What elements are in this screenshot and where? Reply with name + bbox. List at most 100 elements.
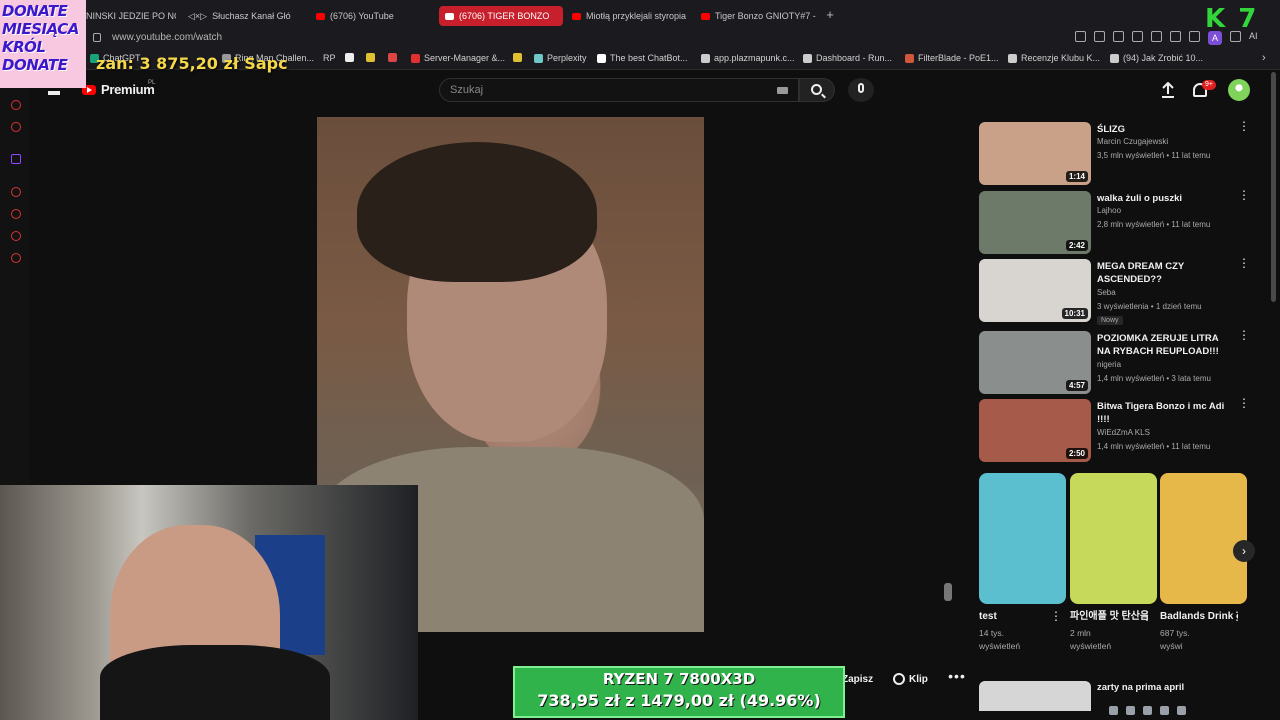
bookmark-item[interactable]: Dashboard - Run... xyxy=(803,53,892,63)
recommendation-title[interactable]: walka żuli o puszki xyxy=(1097,192,1232,205)
recommendation-thumbnail[interactable]: 2:50 xyxy=(979,399,1091,462)
sidebar-app-icon[interactable] xyxy=(11,100,21,110)
more-options-icon[interactable]: ⋮ xyxy=(1141,610,1153,622)
battery-icon[interactable] xyxy=(1177,705,1186,715)
short-thumbnail[interactable] xyxy=(1160,473,1247,604)
shorts-next-button[interactable]: › xyxy=(1233,540,1255,562)
short-title[interactable]: Badlands Drink of the... xyxy=(1160,610,1238,624)
clock-icon[interactable] xyxy=(11,209,21,219)
recommendation-thumbnail[interactable]: 4:57 xyxy=(979,331,1091,394)
channel-name[interactable]: Marcin Czugajewski xyxy=(1097,137,1168,146)
bookmark-item[interactable] xyxy=(513,53,522,62)
recommendation-item[interactable]: 2:42 walka żuli o puszki Lajhoo 2,8 mln wyś… xyxy=(979,189,1269,255)
more-options-icon[interactable]: ⋮ xyxy=(1238,257,1250,275)
more-options-icon[interactable]: ⋮ xyxy=(1231,610,1243,622)
bookmark-item[interactable]: (94) Jak Zrobić 10... xyxy=(1110,53,1203,63)
bookmark-item[interactable]: Perplexity xyxy=(534,53,587,63)
save-button[interactable]: Zapisz xyxy=(842,670,873,688)
mail-icon xyxy=(366,53,375,62)
browser-tab[interactable]: NINSKI JEDZIE PO NOV xyxy=(86,6,176,26)
short-thumbnail[interactable] xyxy=(1070,473,1157,604)
page-icon xyxy=(1008,53,1017,63)
channel-name[interactable]: Lajhoo xyxy=(1097,206,1121,215)
recommendation-item[interactable]: 4:57 POZIOMKA ZERUJE LITRA NA RYBACH REUP… xyxy=(979,329,1269,395)
new-tab-button[interactable]: + xyxy=(823,8,837,22)
recommendation-item[interactable]: 1:14 ŚLIZG Marcin Czugajewski 3,5 mln wyświ… xyxy=(979,120,1269,186)
filterblade-icon xyxy=(905,53,914,63)
tray-chevron-icon[interactable] xyxy=(1109,705,1118,715)
recommendation-title[interactable]: zarty na prima april xyxy=(1097,682,1184,693)
short-thumbnail[interactable] xyxy=(979,473,1066,604)
browser-tab[interactable]: (6706) YouTube xyxy=(316,6,426,26)
bookmark-icon[interactable] xyxy=(1075,31,1086,42)
bookmark-item[interactable]: The best ChatBot... xyxy=(597,53,688,63)
search-input[interactable] xyxy=(440,79,760,101)
more-options-icon[interactable]: ⋮ xyxy=(1238,329,1250,347)
bookmark-item[interactable]: Server-Manager &... xyxy=(411,53,505,63)
bookmark-item[interactable]: FilterBlade - PoE1... xyxy=(905,53,999,63)
browser-tab[interactable]: Tiger Bonzo GNIOTY#7 - c xyxy=(701,6,816,26)
more-options-icon[interactable]: ⋮ xyxy=(1238,120,1250,138)
search-button[interactable] xyxy=(799,78,835,102)
more-options-icon[interactable]: ⋮ xyxy=(1238,397,1250,415)
more-actions-button[interactable]: ••• xyxy=(946,669,968,686)
video-frame-hair xyxy=(357,142,597,282)
browser-tab[interactable]: Miotłą przyklejali styropia xyxy=(572,6,690,26)
settings-icon[interactable] xyxy=(11,253,21,263)
voice-search-button[interactable] xyxy=(848,78,874,102)
channel-name[interactable]: Seba xyxy=(1097,288,1116,297)
upload-icon[interactable] xyxy=(1161,82,1175,98)
twitch-icon[interactable] xyxy=(11,154,21,164)
scrollbar[interactable] xyxy=(1271,72,1276,302)
short-title[interactable]: 파인애플 맛 탄산음료 탑... xyxy=(1070,610,1148,624)
recommendation-title[interactable]: Bitwa Tigera Bonzo i mc Adi !!!! xyxy=(1097,400,1232,426)
chat-icon[interactable] xyxy=(11,231,21,241)
channel-name[interactable]: WiEdZmA KLS xyxy=(1097,428,1150,437)
sidebar-app-icon[interactable] xyxy=(11,122,21,132)
browser-tab[interactable]: ◁×▷ Słuchasz Kanał Głó xyxy=(188,6,304,26)
browser-tab-active[interactable]: (6706) TIGER BONZO xyxy=(439,6,563,26)
reader-icon[interactable] xyxy=(1113,31,1124,42)
wifi-icon[interactable] xyxy=(1143,705,1152,715)
recommendation-item[interactable]: 2:50 Bitwa Tigera Bonzo i mc Adi !!!! WiEd… xyxy=(979,397,1269,463)
bookmark-item[interactable] xyxy=(366,53,375,62)
recommendation-thumbnail[interactable]: 10:31 xyxy=(979,259,1091,322)
more-options-icon[interactable]: ⋮ xyxy=(1238,189,1250,207)
page-icon xyxy=(803,53,812,63)
bookmark-item[interactable]: Recenzje Klubu K... xyxy=(1008,53,1100,63)
bookmark-item[interactable] xyxy=(345,53,354,62)
clip-button[interactable]: Klip xyxy=(893,670,928,688)
youtube-logo[interactable]: Premium xyxy=(82,82,155,97)
heart-icon[interactable] xyxy=(1151,31,1162,42)
keyboard-icon[interactable] xyxy=(777,87,788,94)
bookmarks-overflow-icon[interactable]: › xyxy=(1262,52,1266,64)
recommendation-title[interactable]: POZIOMKA ZERUJE LITRA NA RYBACH REUPLOAD… xyxy=(1097,332,1232,358)
recommendation-title[interactable]: MEGA DREAM CZY ASCENDED?? xyxy=(1097,260,1232,286)
play-icon[interactable] xyxy=(1132,31,1143,42)
bookmark-item[interactable]: RP xyxy=(323,53,336,63)
more-options-icon[interactable]: ⋮ xyxy=(1050,610,1062,622)
sidebar-icon[interactable] xyxy=(1189,31,1200,42)
recommendation-item[interactable]: 10:31 MEGA DREAM CZY ASCENDED?? Seba 3 wyśw… xyxy=(979,257,1269,325)
duration-badge: 2:42 xyxy=(1065,240,1088,251)
channel-name[interactable]: nigeria xyxy=(1097,360,1121,369)
extensions-icon[interactable] xyxy=(1170,31,1181,42)
bookmark-item[interactable] xyxy=(388,53,397,62)
duration-badge: 4:57 xyxy=(1065,380,1088,391)
recommendation-thumbnail[interactable] xyxy=(979,681,1091,711)
bookmark-item[interactable]: app.plazmapunk.c... xyxy=(701,53,795,63)
volume-icon[interactable] xyxy=(1160,705,1169,715)
sidebar-app-icon[interactable] xyxy=(11,187,21,197)
s-icon xyxy=(345,53,354,62)
account-avatar[interactable] xyxy=(1228,79,1250,101)
duration-badge: 1:14 xyxy=(1065,171,1088,182)
bluetooth-icon[interactable] xyxy=(1126,705,1135,715)
recommendation-title[interactable]: ŚLIZG xyxy=(1097,123,1232,136)
search-box[interactable] xyxy=(439,78,799,102)
url-text[interactable]: www.youtube.com/watch xyxy=(112,32,222,43)
video-meta: 2,8 mln wyświetleń • 11 lat temu xyxy=(1097,220,1211,229)
recommendation-thumbnail[interactable]: 2:42 xyxy=(979,191,1091,254)
screenshot-icon[interactable] xyxy=(1094,31,1105,42)
short-title[interactable]: test xyxy=(979,610,1057,624)
recommendation-thumbnail[interactable]: 1:14 xyxy=(979,122,1091,185)
